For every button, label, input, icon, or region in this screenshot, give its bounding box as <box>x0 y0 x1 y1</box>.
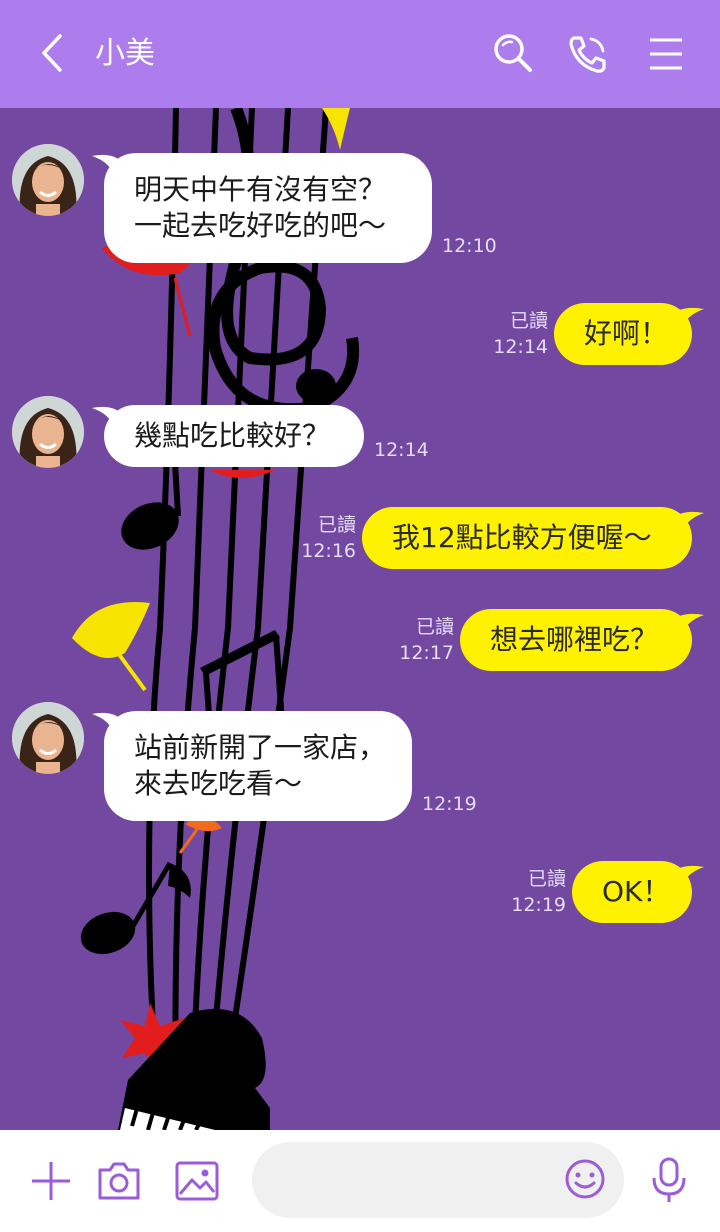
message-composer <box>0 1130 720 1232</box>
bubble-tail <box>672 865 704 889</box>
image-icon <box>175 1161 219 1201</box>
avatar-photo <box>12 396 84 468</box>
menu-icon <box>650 38 682 70</box>
back-button[interactable] <box>30 30 76 76</box>
chat-title: 小美 <box>95 36 155 71</box>
bubble-tail <box>672 307 704 331</box>
read-status: 已讀 12:19 <box>510 866 566 918</box>
message-bubble-incoming[interactable]: 明天中午有沒有空？ 一起去吃好吃的吧～ <box>104 153 432 263</box>
message-time: 12:17 <box>399 642 454 664</box>
phone-icon <box>569 36 606 73</box>
read-label: 已讀 <box>317 514 356 536</box>
menu-button[interactable] <box>642 30 690 78</box>
avatar-photo <box>12 144 84 216</box>
contact-avatar[interactable] <box>12 396 84 468</box>
contact-avatar[interactable] <box>12 144 84 216</box>
read-status: 已讀 12:17 <box>398 614 454 666</box>
voice-button[interactable] <box>648 1156 690 1208</box>
camera-icon <box>98 1162 140 1200</box>
chat-header: 小美 <box>0 0 720 108</box>
chat-area[interactable]: 明天中午有沒有空？ 一起去吃好吃的吧～ 12:10 已讀 12:14 好啊！ 幾… <box>0 108 720 1130</box>
message-time: 12:10 <box>442 235 497 257</box>
emoji-icon <box>565 1159 605 1199</box>
message-bubble-outgoing[interactable]: 想去哪裡吃？ <box>460 609 692 671</box>
avatar-photo <box>12 702 84 774</box>
camera-button[interactable] <box>96 1158 142 1208</box>
message-bubble-incoming[interactable]: 站前新開了一家店， 來去吃吃看～ <box>104 711 412 821</box>
message-time: 12:16 <box>301 540 356 562</box>
search-icon <box>494 34 532 72</box>
read-label: 已讀 <box>415 616 454 638</box>
plus-icon <box>32 1162 70 1200</box>
read-status: 已讀 12:14 <box>492 308 548 360</box>
emoji-button[interactable] <box>564 1158 606 1204</box>
message-time: 12:14 <box>493 336 548 358</box>
message-time: 12:14 <box>374 439 429 461</box>
back-icon <box>42 34 62 72</box>
read-label: 已讀 <box>509 310 548 332</box>
bubble-tail <box>672 511 704 535</box>
message-bubble-outgoing[interactable]: 我12點比較方便喔～ <box>362 507 692 569</box>
message-time: 12:19 <box>511 894 566 916</box>
bubble-tail <box>672 613 704 637</box>
message-bubble-incoming[interactable]: 幾點吃比較好？ <box>104 405 364 467</box>
contact-avatar[interactable] <box>12 702 84 774</box>
search-button[interactable] <box>490 30 538 78</box>
plus-button[interactable] <box>28 1158 74 1208</box>
read-label: 已讀 <box>527 868 566 890</box>
read-status: 已讀 12:16 <box>300 512 356 564</box>
image-button[interactable] <box>174 1158 220 1208</box>
microphone-icon <box>652 1157 686 1202</box>
call-button[interactable] <box>564 30 612 78</box>
message-input[interactable] <box>252 1142 624 1218</box>
message-time: 12:19 <box>422 793 477 815</box>
